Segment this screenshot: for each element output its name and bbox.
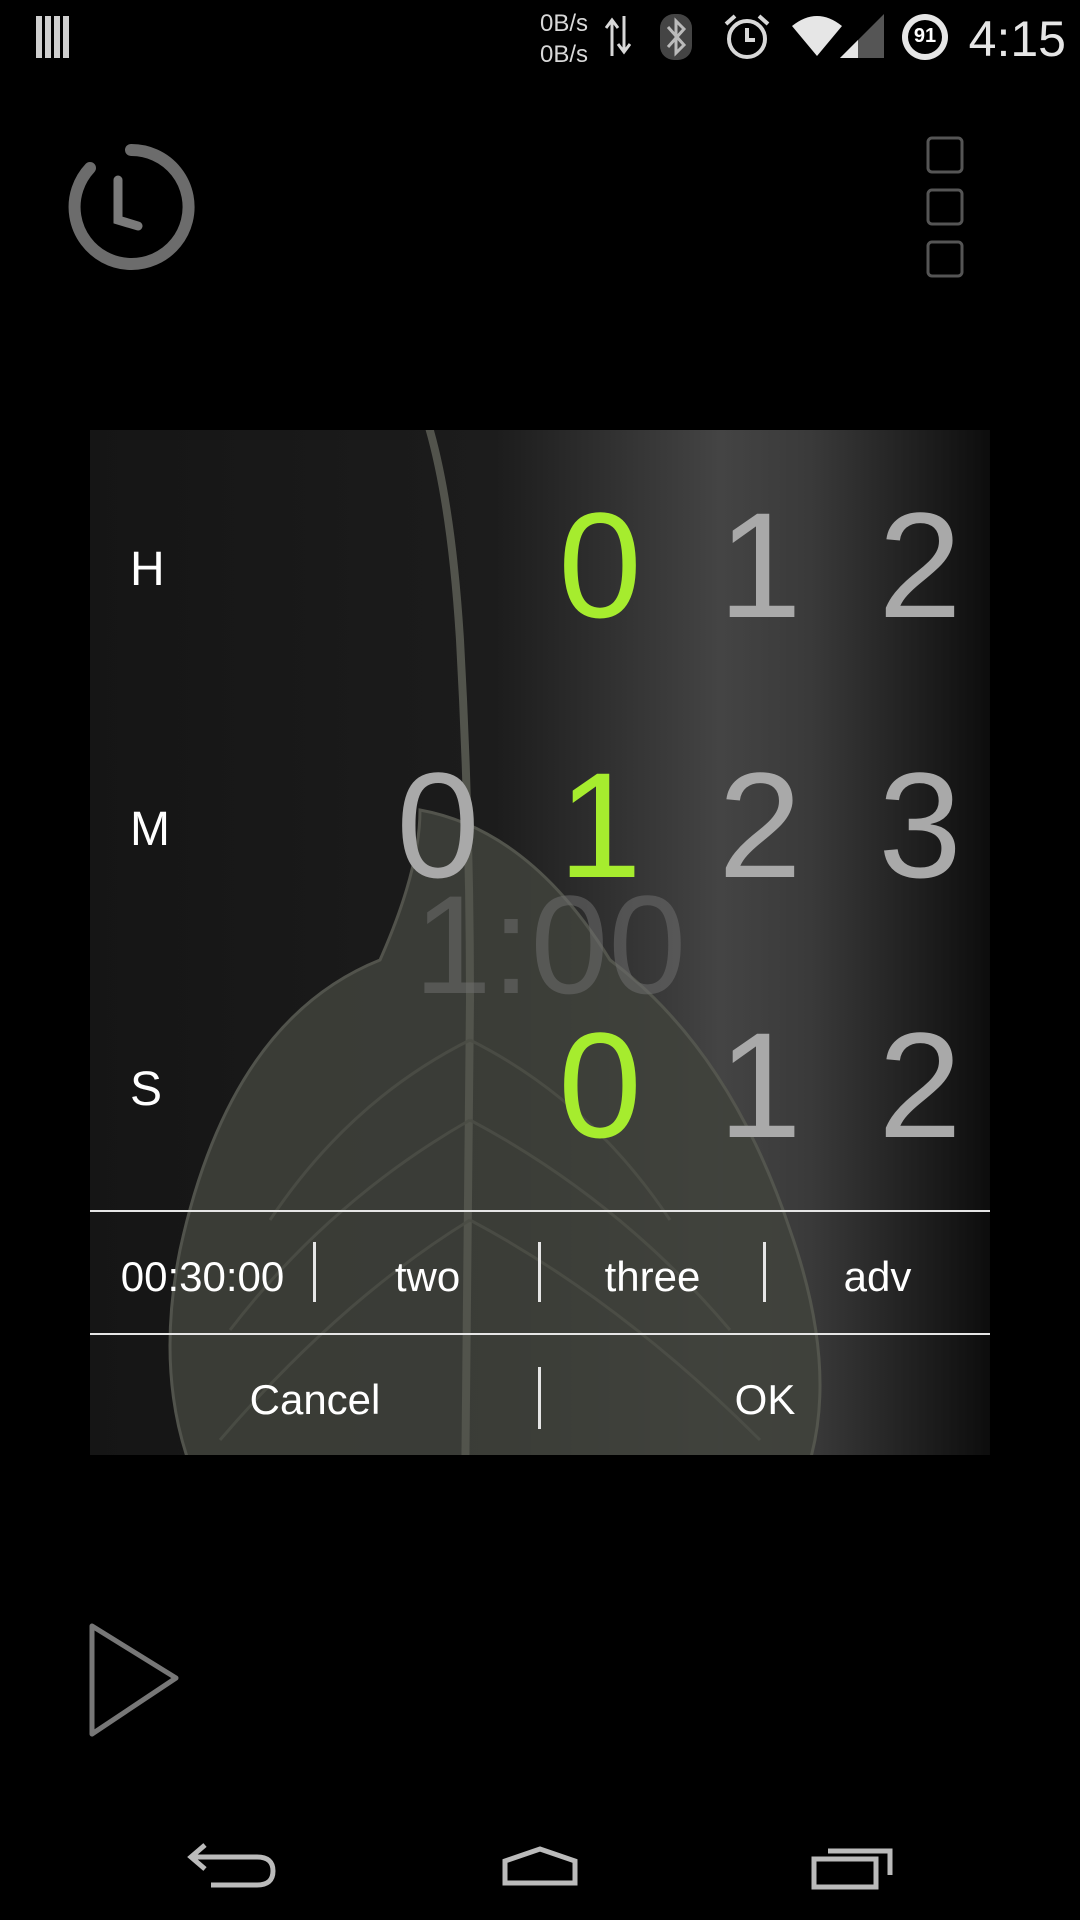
bluetooth-icon <box>660 14 692 60</box>
network-speed: 0B/s 0B/s <box>540 8 588 70</box>
battery-indicator: 91 <box>900 12 950 62</box>
minute-digit-3[interactable]: 3 <box>860 750 980 900</box>
timer-picker-dialog: H 0 1 2 M 0 1 2 3 1:00 S 0 1 2 00:30:00 … <box>90 430 990 1455</box>
back-icon[interactable] <box>175 1835 285 1895</box>
wifi-icon <box>792 16 842 56</box>
download-speed: 0B/s <box>540 41 589 68</box>
upload-speed: 0B/s <box>540 10 589 37</box>
app-logo-clock-icon[interactable] <box>66 142 196 272</box>
second-digit-1[interactable]: 1 <box>700 1010 820 1160</box>
second-digit-2[interactable]: 2 <box>860 1010 980 1160</box>
hour-digit-0[interactable]: 0 <box>540 490 660 640</box>
ok-button[interactable]: OK <box>540 1365 990 1435</box>
minute-digit-2[interactable]: 2 <box>700 750 820 900</box>
cancel-button[interactable]: Cancel <box>90 1365 540 1435</box>
status-bar: 0B/s 0B/s 91 4:15 <box>0 0 1080 75</box>
hours-label: H <box>130 543 165 596</box>
preset-button-adv[interactable]: adv <box>765 1242 990 1312</box>
clock: 4:15 <box>968 11 1066 67</box>
seconds-label: S <box>130 1063 163 1116</box>
minutes-label: M <box>130 803 170 856</box>
battery-level: 91 <box>913 25 937 47</box>
hour-digit-1[interactable]: 1 <box>700 490 820 640</box>
home-icon[interactable] <box>485 1835 595 1895</box>
overflow-menu-icon[interactable] <box>922 132 970 282</box>
preset-button-2[interactable]: two <box>315 1242 540 1312</box>
signal-icon <box>840 14 884 58</box>
divider <box>90 1210 990 1212</box>
alarm-icon <box>724 14 770 59</box>
second-digit-0[interactable]: 0 <box>540 1010 660 1160</box>
notification-bars-icon <box>36 16 69 58</box>
recent-apps-icon[interactable] <box>800 1835 910 1895</box>
preset-button-1[interactable]: 00:30:00 <box>90 1242 315 1312</box>
divider <box>90 1333 990 1335</box>
data-transfer-icon <box>605 16 631 56</box>
time-readout: 1:00 <box>413 866 687 1023</box>
preset-button-3[interactable]: three <box>540 1242 765 1312</box>
play-icon[interactable] <box>84 1620 184 1740</box>
hour-digit-2[interactable]: 2 <box>860 490 980 640</box>
